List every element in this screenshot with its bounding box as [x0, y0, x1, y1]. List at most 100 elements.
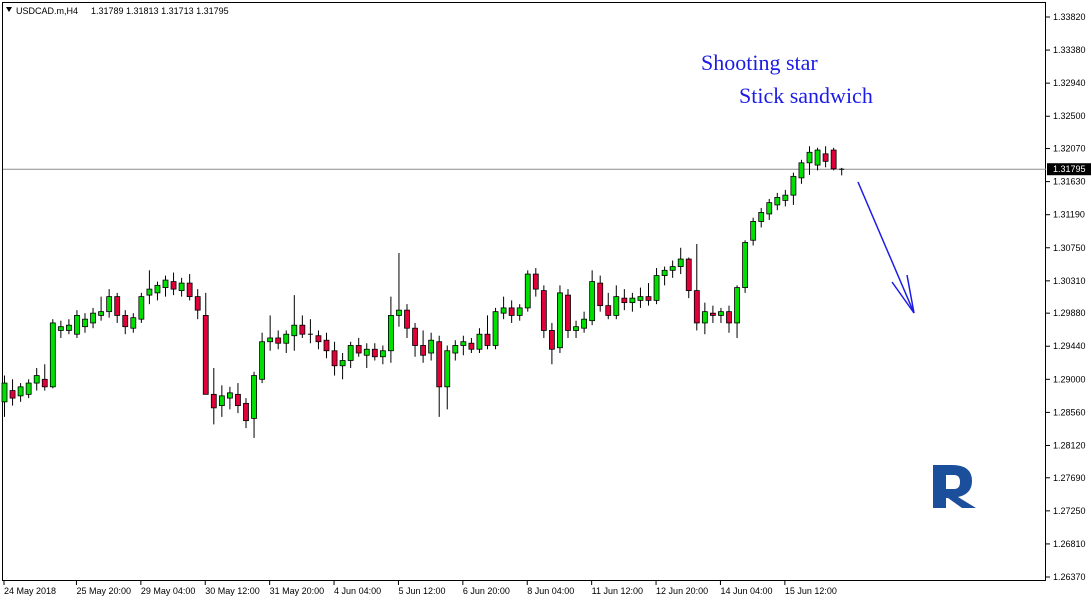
candle-body-bull — [492, 311, 499, 346]
x-tick-label: 15 Jun 12:00 — [785, 586, 837, 596]
candle-body-bear — [122, 315, 129, 328]
candle-body-bull — [162, 279, 169, 289]
candle-body-bull — [589, 281, 596, 322]
candle-body-bull — [718, 311, 724, 316]
candle-body-bear — [210, 393, 217, 409]
candle-body-bear — [532, 273, 539, 290]
candle-body-bull — [106, 296, 113, 313]
y-tick-label: 1.27690 — [1053, 473, 1086, 483]
candle-body-bull — [339, 360, 346, 367]
candle-body-bull — [806, 151, 813, 164]
candle-body-bear — [645, 296, 652, 301]
candle — [830, 147, 837, 171]
candle-body-bear — [685, 258, 692, 292]
candle-body-bull — [500, 307, 507, 314]
candle-body-bull — [428, 339, 435, 354]
candle-body-bull — [701, 311, 708, 324]
candle-body-bull — [573, 326, 579, 331]
candle — [524, 270, 531, 312]
candle-body-bull — [396, 309, 402, 316]
candle-body-bull — [782, 194, 789, 201]
candle-body-bear — [404, 309, 410, 329]
candle-body-bull — [154, 284, 161, 294]
annotation-stick-sandwich: Stick sandwich — [739, 83, 873, 108]
x-tick-label: 30 May 12:00 — [205, 586, 260, 596]
candle-body-bear — [830, 149, 837, 170]
candle-body-bear — [202, 315, 209, 395]
candle — [742, 240, 748, 293]
candle-body-bull — [226, 392, 233, 399]
candle-body-bear — [323, 339, 330, 352]
candle-body-bear — [726, 311, 732, 324]
y-tick-label: 1.26370 — [1053, 572, 1086, 582]
candle-body-bear — [194, 296, 201, 311]
candle-body-bull — [66, 324, 72, 331]
candle-body-bull — [613, 296, 620, 316]
candle-body-bull — [766, 202, 773, 215]
candle-body-bull — [347, 345, 354, 361]
candle-body-bear — [371, 348, 378, 358]
annotation-shooting-star: Shooting star — [701, 50, 818, 75]
candle-body-bull — [734, 287, 740, 324]
candle-body-bull — [798, 162, 805, 179]
y-tick-label: 1.31190 — [1053, 210, 1085, 220]
x-tick-label: 25 May 20:00 — [76, 586, 131, 596]
x-tick-label: 12 Jun 20:00 — [656, 586, 708, 596]
candle-body-bull — [49, 322, 56, 388]
candle-body-bull — [363, 348, 370, 356]
x-tick-label: 14 Jun 04:00 — [720, 586, 772, 596]
candle-body-bear — [484, 333, 491, 346]
candle-body-bull — [677, 258, 684, 267]
x-tick-label: 4 Jun 04:00 — [334, 586, 381, 596]
price-chart: USDCAD.m,H4 1.31789 1.31813 1.31713 1.31… — [0, 0, 1092, 602]
candle-body-bull — [259, 341, 266, 380]
candle-body-bear — [170, 281, 177, 290]
candle-body-bull — [283, 333, 290, 344]
candle-body-bear — [549, 330, 555, 350]
y-tick-label: 1.32500 — [1053, 111, 1086, 121]
candle-body-bull — [379, 350, 386, 358]
candle-body-bear — [275, 337, 282, 344]
y-tick-label: 1.32940 — [1053, 78, 1086, 88]
candle — [565, 289, 571, 338]
y-tick-label: 1.33820 — [1053, 12, 1086, 22]
candle-body-bull — [476, 333, 483, 350]
candle-body-bear — [315, 335, 322, 343]
x-tick-label: 31 May 20:00 — [270, 586, 325, 596]
y-tick-label: 1.32070 — [1053, 144, 1086, 154]
candle-body-bull — [74, 315, 80, 335]
candle-body-bull — [669, 266, 676, 271]
candle-body-bear — [355, 345, 362, 354]
candle-body-bull — [90, 312, 96, 324]
candle-body-bull — [742, 242, 748, 289]
candle-body-bull — [637, 296, 644, 301]
candle-body-bull — [452, 345, 459, 354]
candle-body-bull — [629, 297, 636, 304]
candle-body-bear — [41, 378, 48, 388]
x-tick-label: 29 May 04:00 — [141, 586, 196, 596]
symbol-label: USDCAD.m,H4 — [16, 6, 78, 16]
candle-body-bull — [790, 175, 797, 196]
candle — [557, 285, 563, 353]
x-tick-label: 24 May 2018 — [4, 586, 56, 596]
candle-body-bull — [17, 386, 24, 397]
candle-body-bull — [758, 212, 765, 222]
candle-body-bear — [243, 402, 249, 422]
candle-body-bull — [291, 324, 298, 337]
candle-body-bull — [146, 288, 153, 296]
x-tick-label: 8 Jun 04:00 — [527, 586, 574, 596]
candle-body-bear — [331, 350, 338, 367]
candle-body-bull — [218, 395, 225, 407]
candle-body-bear — [540, 290, 547, 331]
candle-body-bear — [621, 297, 628, 304]
candle-body-bull — [774, 197, 781, 206]
candle-body-bull — [98, 311, 104, 316]
y-tick-label: 1.28120 — [1053, 440, 1086, 450]
candle-body-bull — [750, 221, 757, 241]
candle-body-bull — [581, 318, 587, 329]
candle-body-bear — [468, 342, 475, 350]
candle-body-bull — [814, 149, 821, 166]
candle-body-bear — [597, 282, 604, 307]
candle — [540, 285, 547, 338]
candle-body-bear — [710, 312, 716, 316]
